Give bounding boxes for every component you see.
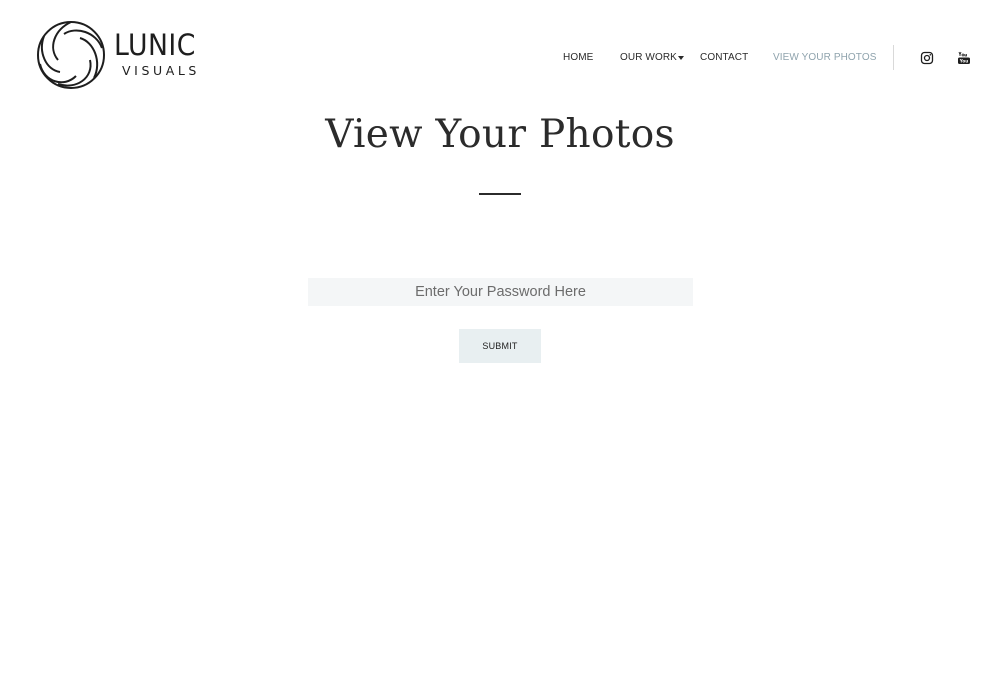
brand-tagline: VISUALS [122, 63, 200, 78]
title-divider [479, 193, 521, 195]
site-logo[interactable]: LUNIC VISUALS [36, 20, 206, 90]
chevron-down-icon[interactable] [678, 56, 684, 60]
password-input[interactable] [308, 278, 693, 306]
brand-name: LUNIC [114, 28, 196, 62]
nav-item-view-your-photos[interactable]: VIEW YOUR PHOTOS [773, 52, 876, 64]
nav-item-contact[interactable]: CONTACT [700, 52, 748, 64]
submit-button[interactable]: SUBMIT [459, 329, 541, 363]
swirl-logo-icon [37, 21, 105, 89]
instagram-icon[interactable] [920, 51, 934, 65]
nav-item-home[interactable]: HOME [563, 52, 593, 64]
nav-item-our-work[interactable]: OUR WORK [620, 52, 677, 64]
nav-divider [893, 45, 894, 70]
youtube-icon[interactable]: You [957, 51, 971, 65]
page-title: View Your Photos [325, 112, 675, 157]
svg-text:You: You [959, 59, 969, 64]
